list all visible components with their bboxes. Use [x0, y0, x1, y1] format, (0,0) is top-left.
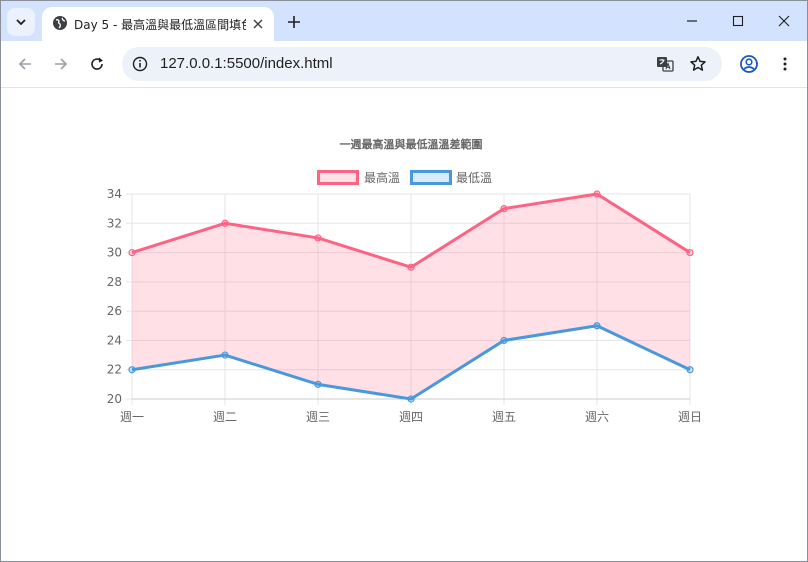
x-tick-label: 週六: [585, 410, 609, 424]
profile-button[interactable]: [735, 50, 763, 78]
new-tab-button[interactable]: [282, 10, 306, 34]
data-point-min[interactable]: [314, 380, 322, 388]
browser-window: Day 5 - 最高溫與最低溫區間填色 127.0.0.1:5500/index…: [0, 0, 808, 562]
data-point-max[interactable]: [128, 248, 136, 257]
forward-button[interactable]: [47, 50, 75, 78]
address-bar[interactable]: 127.0.0.1:5500/index.html: [122, 47, 722, 81]
data-point-max[interactable]: [593, 190, 601, 198]
back-button[interactable]: [11, 50, 39, 78]
arrow-right-icon: [55, 58, 68, 70]
arrow-left-icon: [18, 58, 31, 70]
data-point-max[interactable]: [500, 205, 508, 213]
x-tick-label: 週一: [120, 410, 144, 424]
y-tick-label: 30: [107, 246, 122, 260]
reload-icon: [91, 57, 103, 70]
close-icon: [253, 19, 263, 29]
menu-button[interactable]: [771, 50, 799, 78]
data-point-max[interactable]: [221, 219, 229, 227]
browser-toolbar: 127.0.0.1:5500/index.html: [1, 41, 807, 88]
maximize-button[interactable]: [715, 1, 761, 41]
y-tick-label: 34: [107, 187, 122, 201]
legend-label: 最高溫: [364, 170, 400, 185]
x-tick-label: 週二: [213, 410, 237, 424]
data-point-min[interactable]: [500, 336, 508, 345]
reload-button[interactable]: [83, 50, 111, 78]
data-point-max[interactable]: [314, 234, 322, 242]
legend-swatch: [410, 170, 452, 185]
data-point-max[interactable]: [686, 248, 694, 257]
data-point-min[interactable]: [686, 366, 694, 374]
minimize-button[interactable]: [669, 1, 715, 41]
legend-item-min[interactable]: 最低溫: [410, 170, 493, 185]
data-point-min[interactable]: [407, 395, 415, 403]
globe-icon: [53, 16, 67, 30]
close-window-button[interactable]: [761, 1, 807, 41]
legend-item-max[interactable]: 最高溫: [317, 170, 401, 185]
temperature-chart: 20 22 24 26 28 30 32 34 週一 週二 週三 週四 週五 週六 週日 一週最高溫與最低溫…: [107, 137, 702, 424]
data-point-min[interactable]: [593, 322, 601, 330]
y-tick-label: 24: [107, 333, 122, 347]
translate-button[interactable]: [655, 54, 675, 74]
data-point-min[interactable]: [128, 366, 136, 374]
y-tick-label: 20: [107, 392, 122, 406]
minimize-icon: [687, 20, 697, 22]
site-info-button[interactable]: [130, 54, 150, 74]
star-icon: [690, 56, 706, 71]
close-icon: [778, 15, 790, 27]
bookmark-button[interactable]: [688, 54, 708, 74]
account-icon: [740, 55, 758, 73]
info-icon: [132, 56, 148, 72]
translate-icon: [657, 57, 674, 72]
y-tick-label: 32: [107, 216, 122, 230]
y-tick-label: 28: [107, 275, 122, 289]
legend-swatch: [317, 170, 359, 185]
x-tick-label: 週日: [678, 410, 702, 424]
url-text: 127.0.0.1:5500/index.html: [160, 55, 333, 72]
y-tick-label: 26: [107, 304, 122, 318]
data-point-min[interactable]: [221, 351, 229, 359]
tab-strip: Day 5 - 最高溫與最低溫區間填色: [1, 1, 807, 41]
x-tick-label: 週五: [492, 410, 516, 424]
more-vertical-icon: [783, 57, 787, 71]
maximize-icon: [732, 15, 744, 27]
tab-close-button[interactable]: [248, 14, 268, 34]
legend-label: 最低溫: [456, 171, 492, 185]
x-tick-label: 週四: [399, 410, 423, 424]
tab-title: Day 5 - 最高溫與最低溫區間填色: [74, 18, 246, 32]
page-content: 20 22 24 26 28 30 32 34 週一 週二 週三 週四 週五 週六 週日 一週最高溫與最低溫…: [1, 88, 807, 561]
y-tick-label: 22: [107, 363, 122, 377]
tab-search-button[interactable]: [7, 8, 35, 36]
plus-icon: [288, 16, 300, 28]
chevron-down-icon: [16, 19, 26, 26]
chart-title: 一週最高溫與最低溫溫差範圍: [340, 137, 483, 151]
x-tick-label: 週三: [306, 410, 330, 424]
tab-active[interactable]: Day 5 - 最高溫與最低溫區間填色: [42, 7, 274, 41]
data-point-max[interactable]: [407, 263, 415, 271]
